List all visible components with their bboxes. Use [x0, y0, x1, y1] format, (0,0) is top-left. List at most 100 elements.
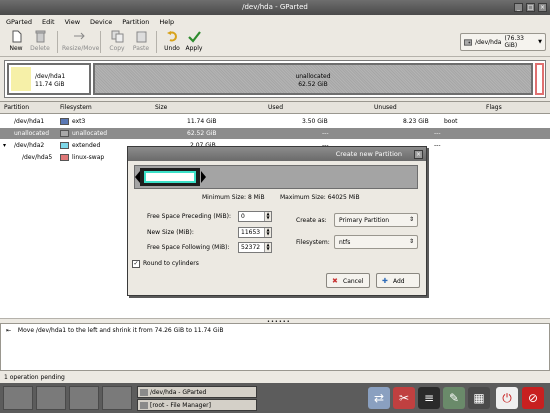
minimum-size-label: Minimum Size: 8 MiB: [202, 194, 265, 201]
new-partition-block[interactable]: [140, 168, 200, 186]
power-icon[interactable]: ⏻: [496, 387, 518, 409]
taskbar-item-file-manager[interactable]: [root - File Manager]: [137, 399, 257, 411]
col-partition[interactable]: Partition: [4, 104, 29, 111]
cell-partition: /dev/hda2: [14, 142, 45, 149]
menu-help[interactable]: Help: [159, 18, 174, 26]
workspace-3[interactable]: [69, 386, 99, 410]
copy-label: Copy: [109, 45, 125, 52]
cancel-button[interactable]: ✖ Cancel: [326, 273, 370, 288]
network-icon[interactable]: ⇄: [368, 387, 390, 409]
right-resize-handle[interactable]: [201, 171, 206, 183]
col-used[interactable]: Used: [268, 104, 283, 111]
dialog-titlebar: Create new Partition ×: [128, 147, 426, 161]
maximize-icon[interactable]: □: [526, 3, 535, 12]
table-row[interactable]: /dev/hda1 ext3 11.74 GiB 3.50 GiB 8.23 G…: [0, 116, 550, 127]
add-button[interactable]: ✚ Add: [376, 273, 420, 288]
round-to-cylinders-checkbox[interactable]: ✓: [132, 260, 140, 268]
menu-gparted[interactable]: GParted: [6, 18, 32, 26]
round-to-cylinders-label[interactable]: Round to cylinders: [143, 260, 199, 267]
workspace-4[interactable]: [102, 386, 132, 410]
cell-filesystem: unallocated: [72, 130, 108, 137]
fs-color-swatch: [60, 118, 69, 125]
workspace-2[interactable]: [36, 386, 66, 410]
free-following-value: 52372: [241, 244, 261, 251]
minimize-icon[interactable]: _: [514, 3, 523, 12]
new-partition-fill: [144, 171, 196, 183]
taskbar-item-gparted[interactable]: /dev/hda - GParted: [137, 386, 257, 398]
undo-label: Undo: [164, 45, 180, 52]
cancel-icon: ✖: [332, 277, 338, 285]
gparted-icon: [140, 389, 148, 396]
trash-icon: [35, 30, 45, 43]
graph-segment-swap[interactable]: [535, 63, 544, 95]
col-size[interactable]: Size: [155, 104, 167, 111]
free-following-spinner[interactable]: 52372 ▲ ▼: [238, 242, 272, 253]
graph-segment-unallocated[interactable]: unallocated 62.52 GiB: [93, 63, 533, 95]
spinner-arrows-icon[interactable]: ▲ ▼: [264, 228, 271, 237]
calculator-icon[interactable]: ▦: [468, 387, 490, 409]
col-filesystem[interactable]: Filesystem: [60, 104, 92, 111]
menu-partition[interactable]: Partition: [122, 18, 149, 26]
menu-edit[interactable]: Edit: [42, 18, 55, 26]
create-partition-dialog: Create new Partition × Minimum Size: 8 M…: [127, 146, 427, 296]
col-flags[interactable]: Flags: [486, 104, 502, 111]
device-selector[interactable]: /dev/hda (76.33 GiB) ▼: [460, 33, 546, 51]
free-following-label: Free Space Following (MiB):: [147, 244, 230, 251]
filesystem-select[interactable]: ntfs ⇕: [334, 235, 418, 249]
paste-button[interactable]: Paste: [127, 30, 155, 52]
editor-icon[interactable]: ✎: [443, 387, 465, 409]
cell-unused: ---: [434, 130, 441, 137]
cell-partition: /dev/hda5: [22, 154, 53, 161]
status-text: 1 operation pending: [4, 374, 65, 381]
cell-unused: ---: [434, 142, 441, 149]
harddisk-icon: [464, 38, 473, 46]
cancel-label: Cancel: [343, 278, 364, 285]
close-icon[interactable]: ×: [538, 3, 547, 12]
apply-button[interactable]: Apply: [180, 30, 208, 52]
spinner-arrows-icon[interactable]: ▲ ▼: [264, 212, 271, 221]
toolbar-separator: [156, 31, 157, 53]
resize-move-label: Resize/Move: [62, 45, 100, 52]
cell-used: ---: [322, 130, 329, 137]
resize-move-button[interactable]: Resize/Move: [62, 30, 100, 52]
checkmark-icon: [187, 31, 201, 43]
menu-device[interactable]: Device: [90, 18, 112, 26]
taskbar-item-label: /dev/hda - GParted: [150, 389, 207, 396]
terminal-icon[interactable]: ≡: [418, 387, 440, 409]
used-space-fill: [11, 67, 31, 91]
spinner-arrows-icon[interactable]: ▲ ▼: [264, 243, 271, 252]
create-as-select[interactable]: Primary Partition ⇕: [334, 213, 418, 227]
disk-graph-frame: /dev/hda1 11.74 GiB unallocated 62.52 Gi…: [4, 60, 546, 98]
create-as-label: Create as:: [296, 217, 327, 224]
disk-graph: /dev/hda1 11.74 GiB unallocated 62.52 Gi…: [0, 57, 550, 101]
delete-label: Delete: [30, 45, 50, 52]
menu-view[interactable]: View: [65, 18, 80, 26]
col-unused[interactable]: Unused: [374, 104, 397, 111]
new-size-spinner[interactable]: 11653 ▲ ▼: [238, 227, 272, 238]
taskbar: /dev/hda - GParted [root - File Manager]…: [0, 383, 550, 413]
toolbar-separator: [57, 31, 58, 53]
expander-icon[interactable]: ▾: [3, 142, 6, 149]
cell-partition: /dev/hda1: [14, 118, 45, 125]
delete-button[interactable]: Delete: [26, 30, 54, 52]
graph-segment-hda1[interactable]: /dev/hda1 11.74 GiB: [7, 63, 91, 95]
cell-size: 11.74 GiB: [187, 118, 217, 125]
cell-filesystem: ext3: [72, 118, 86, 125]
list-item[interactable]: ⇤ Move /dev/hda1 to the left and shrink …: [6, 327, 223, 334]
menubar: GParted Edit View Device Partition Help: [0, 15, 550, 28]
cell-used: 3.50 GiB: [302, 118, 328, 125]
device-name: /dev/hda: [475, 38, 502, 46]
shutdown-icon[interactable]: ⊘: [522, 387, 544, 409]
partition-resizer[interactable]: [134, 165, 418, 189]
cell-unused: 8.23 GiB: [403, 118, 429, 125]
cell-filesystem: extended: [72, 142, 101, 149]
free-preceding-spinner[interactable]: 0 ▲ ▼: [238, 211, 272, 222]
window-title: /dev/hda - GParted: [242, 3, 308, 11]
add-label: Add: [393, 278, 405, 285]
workspace-1[interactable]: [3, 386, 33, 410]
new-size-value: 11653: [241, 229, 261, 236]
tools-icon[interactable]: ✂: [393, 387, 415, 409]
close-icon[interactable]: ×: [414, 150, 423, 159]
table-row[interactable]: unallocated unallocated 62.52 GiB --- --…: [0, 128, 550, 139]
free-preceding-value: 0: [241, 213, 245, 220]
